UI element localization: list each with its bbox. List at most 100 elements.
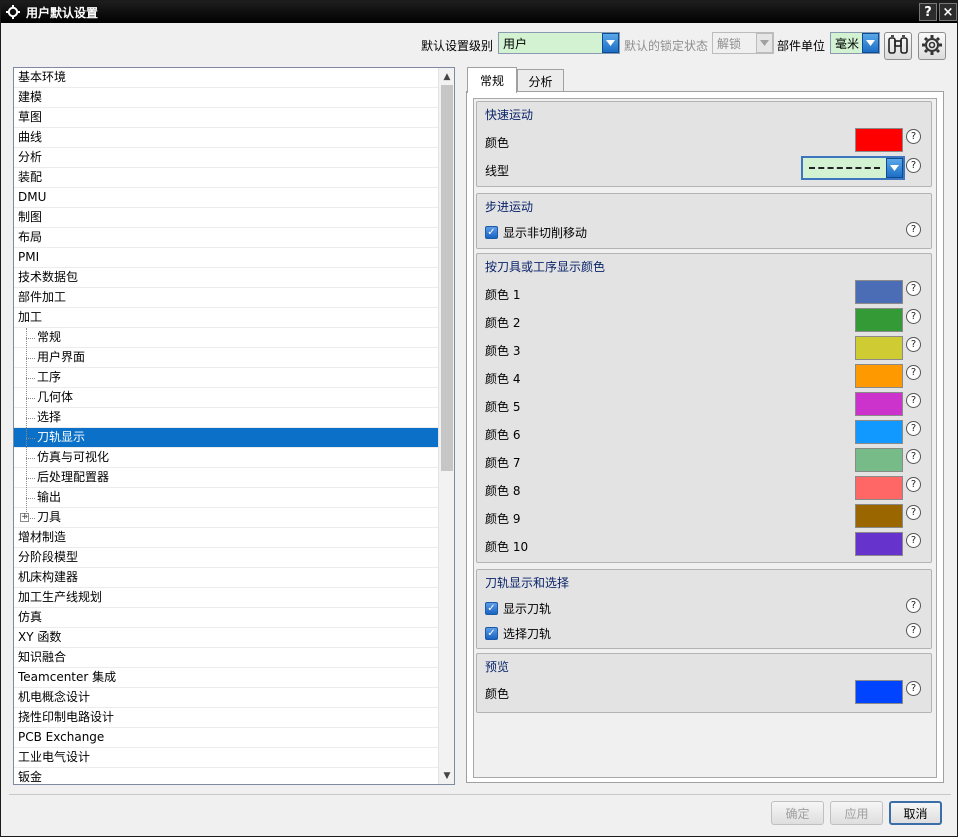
tree-scrollbar[interactable]: ▲ ▼ xyxy=(438,68,454,784)
group-preview: 预览 颜色 ? xyxy=(476,653,932,713)
tree-item-label: 知识融合 xyxy=(18,650,67,664)
tree-item[interactable]: 基本环境 xyxy=(14,68,438,88)
tree-item-label: Teamcenter 集成 xyxy=(18,670,117,684)
tree-item[interactable]: 工序 xyxy=(14,368,438,388)
help-icon[interactable]: ? xyxy=(906,281,921,296)
tool-color-swatch[interactable] xyxy=(855,420,903,444)
help-icon[interactable]: ? xyxy=(906,222,921,237)
tree-item[interactable]: 加工 xyxy=(14,308,438,328)
tree-item[interactable]: 后处理配置器 xyxy=(14,468,438,488)
cancel-button[interactable]: 取消 xyxy=(889,801,942,825)
tree-item[interactable]: 钣金 xyxy=(14,768,438,784)
tree-item[interactable]: 技术数据包 xyxy=(14,268,438,288)
tree-item-label: 分阶段模型 xyxy=(18,550,79,564)
tree-item[interactable]: 工业电气设计 xyxy=(14,748,438,768)
check-icon[interactable]: ✓ xyxy=(485,602,498,615)
tree-item[interactable]: 用户界面 xyxy=(14,348,438,368)
tree-item-label: 钣金 xyxy=(18,770,43,784)
tool-color-swatch[interactable] xyxy=(855,476,903,500)
help-icon[interactable]: ? xyxy=(906,365,921,380)
tree-item[interactable]: 挠性印制电路设计 xyxy=(14,708,438,728)
tree-item[interactable]: 刀具 + xyxy=(14,508,438,528)
rapid-color-swatch[interactable] xyxy=(855,128,903,152)
tree-item[interactable]: 部件加工 xyxy=(14,288,438,308)
help-icon[interactable]: ? xyxy=(906,623,921,638)
tree-item[interactable]: 曲线 xyxy=(14,128,438,148)
tree-item[interactable]: 分阶段模型 xyxy=(14,548,438,568)
tree-guide xyxy=(26,498,35,499)
tree-item[interactable]: PCB Exchange xyxy=(14,728,438,748)
tree-item[interactable]: 几何体 xyxy=(14,388,438,408)
tree-item[interactable]: 输出 xyxy=(14,488,438,508)
ok-button[interactable]: 确定 xyxy=(771,801,824,825)
tool-color-swatch[interactable] xyxy=(855,308,903,332)
select-path-row[interactable]: ✓ 选择刀轨 xyxy=(485,625,551,642)
tree-item[interactable]: 选择 xyxy=(14,408,438,428)
help-icon[interactable]: ? xyxy=(906,449,921,464)
help-icon[interactable]: ? xyxy=(906,505,921,520)
tool-color-swatch[interactable] xyxy=(855,448,903,472)
tree-item[interactable]: 刀轨显示 xyxy=(14,428,438,448)
tree-item[interactable]: 装配 xyxy=(14,168,438,188)
tree-item[interactable]: 分析 xyxy=(14,148,438,168)
tree-item[interactable]: XY 函数 xyxy=(14,628,438,648)
expand-icon[interactable]: + xyxy=(20,513,29,522)
tree-item[interactable]: 增材制造 xyxy=(14,528,438,548)
check-icon[interactable]: ✓ xyxy=(485,627,498,640)
tree-item[interactable]: 加工生产线规划 xyxy=(14,588,438,608)
tree-item-label: 草图 xyxy=(18,110,43,124)
tree-item[interactable]: 常规 xyxy=(14,328,438,348)
help-icon[interactable]: ? xyxy=(906,421,921,436)
find-button[interactable] xyxy=(884,32,912,60)
scroll-up-icon[interactable]: ▲ xyxy=(439,68,454,85)
lock-value: 解锁 xyxy=(717,36,742,51)
help-button[interactable]: ? xyxy=(919,3,937,21)
help-icon[interactable]: ? xyxy=(906,158,921,173)
tree-item[interactable]: Teamcenter 集成 xyxy=(14,668,438,688)
scroll-thumb[interactable] xyxy=(441,85,453,471)
settings-button[interactable] xyxy=(918,32,946,60)
help-icon[interactable]: ? xyxy=(906,477,921,492)
tree-item[interactable]: 草图 xyxy=(14,108,438,128)
category-tree[interactable]: 基本环境 建模草图曲线 分析 装配 DMU 制图 布局 PMI 技术数据包 部件加工 加工 常规 用户界… xyxy=(13,67,455,785)
tree-item[interactable]: PMI xyxy=(14,248,438,268)
help-icon[interactable]: ? xyxy=(906,533,921,548)
help-icon[interactable]: ? xyxy=(906,337,921,352)
tree-item[interactable]: 知识融合 xyxy=(14,648,438,668)
help-icon[interactable]: ? xyxy=(906,393,921,408)
tool-color-swatch[interactable] xyxy=(855,532,903,556)
tree-item[interactable]: 布局 xyxy=(14,228,438,248)
group-title: 刀轨显示和选择 xyxy=(485,576,570,590)
preview-color-swatch[interactable] xyxy=(855,680,903,704)
tree-guide xyxy=(26,418,35,419)
tree-item[interactable]: 建模 xyxy=(14,88,438,108)
close-button[interactable]: × xyxy=(939,3,957,21)
tool-color-swatch[interactable] xyxy=(855,280,903,304)
help-icon[interactable]: ? xyxy=(906,681,921,696)
tree-item[interactable]: DMU xyxy=(14,188,438,208)
level-combo[interactable]: 用户 xyxy=(498,32,620,54)
tool-color-swatch[interactable] xyxy=(855,336,903,360)
tree-item-label: 增材制造 xyxy=(18,530,67,544)
tree-item[interactable]: 机电概念设计 xyxy=(14,688,438,708)
help-icon[interactable]: ? xyxy=(906,598,921,613)
show-path-row[interactable]: ✓ 显示刀轨 xyxy=(485,600,551,617)
tool-color-swatch[interactable] xyxy=(855,504,903,528)
tree-item[interactable]: 机床构建器 xyxy=(14,568,438,588)
help-icon[interactable]: ? xyxy=(906,129,921,144)
tree-item[interactable]: 仿真与可视化 xyxy=(14,448,438,468)
apply-button[interactable]: 应用 xyxy=(830,801,883,825)
tool-color-swatch[interactable] xyxy=(855,392,903,416)
scroll-down-icon[interactable]: ▼ xyxy=(439,767,454,784)
show-noncut-moves-row[interactable]: ✓ 显示非切削移动 xyxy=(485,224,587,241)
lock-combo[interactable]: 解锁 xyxy=(712,32,774,54)
help-icon[interactable]: ? xyxy=(906,309,921,324)
unit-combo[interactable]: 毫米 xyxy=(830,32,880,54)
tree-item[interactable]: 仿真 xyxy=(14,608,438,628)
linetype-combo[interactable] xyxy=(801,156,905,180)
check-icon[interactable]: ✓ xyxy=(485,226,498,239)
tab-general[interactable]: 常规 xyxy=(467,67,517,93)
tool-color-swatch[interactable] xyxy=(855,364,903,388)
tree-item[interactable]: 制图 xyxy=(14,208,438,228)
tab-analysis[interactable]: 分析 xyxy=(517,69,564,93)
